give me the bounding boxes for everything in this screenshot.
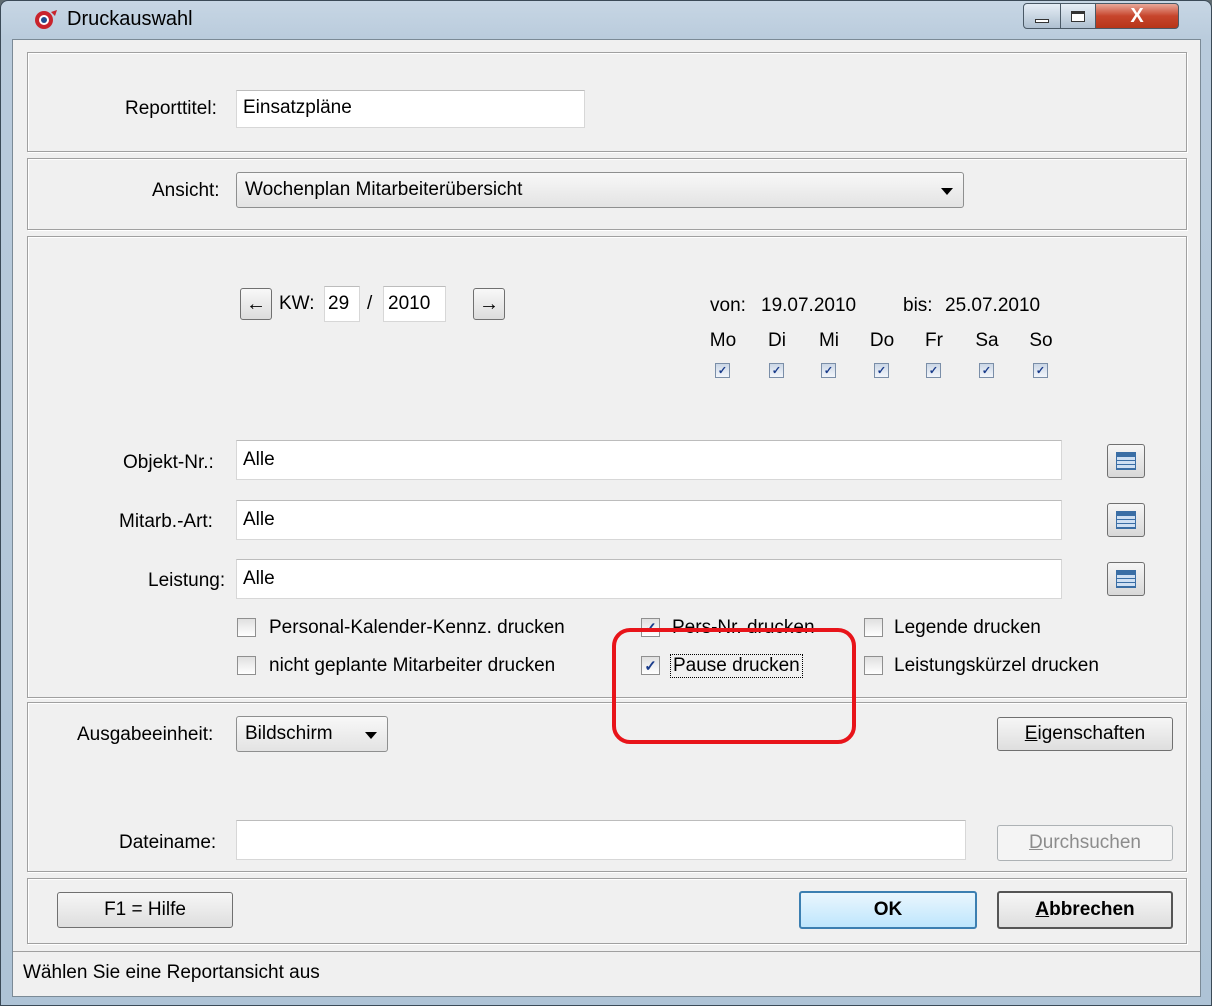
day-label-do: Do [869, 330, 895, 351]
browse-button[interactable]: Durchsuchen [997, 825, 1173, 861]
service-input[interactable]: Alle [236, 559, 1062, 599]
day-label-mi: Mi [818, 330, 840, 351]
to-date: 25.07.2010 [945, 295, 1041, 316]
cancel-accesskey: A [1035, 899, 1050, 920]
from-label: von: [710, 295, 746, 316]
kw-label: KW: [279, 293, 315, 314]
object-number-lookup-button[interactable] [1107, 444, 1145, 478]
filename-label: Dateiname: [119, 832, 217, 853]
day-checkbox-mo[interactable]: ✓ [715, 363, 730, 378]
day-checkbox-mi[interactable]: ✓ [821, 363, 836, 378]
checkmark-icon: ✓ [717, 365, 728, 377]
browse-accesskey: D [1029, 832, 1043, 853]
status-bar: Wählen Sie eine Reportansicht aus [13, 951, 1200, 996]
arrow-left-icon: ← [246, 292, 266, 315]
day-label-so: So [1029, 330, 1053, 351]
table-icon [1116, 452, 1136, 470]
minimize-button[interactable] [1023, 3, 1061, 29]
minimize-icon [1035, 19, 1049, 23]
next-week-button[interactable]: → [473, 288, 505, 320]
day-checkbox-sa[interactable]: ✓ [979, 363, 994, 378]
personal-calendar-checkbox[interactable] [237, 618, 256, 637]
browse-label: urchsuchen [1042, 832, 1141, 853]
chevron-down-icon [365, 732, 377, 739]
week-year-separator: / [367, 293, 373, 314]
legend-checkbox[interactable] [864, 618, 883, 637]
year-input[interactable]: 2010 [383, 286, 446, 322]
status-text: Wählen Sie eine Reportansicht aus [23, 962, 320, 983]
cancel-button[interactable]: Abbrechen [997, 891, 1173, 929]
employee-type-lookup-button[interactable] [1107, 503, 1145, 537]
maximize-button[interactable] [1060, 3, 1096, 29]
window-title: Druckauswahl [67, 8, 193, 30]
personal-calendar-label[interactable]: Personal-Kalender-Kennz. drucken [269, 617, 565, 639]
service-abbreviation-checkbox[interactable] [864, 656, 883, 675]
output-unit-label: Ausgabeeinheit: [77, 724, 214, 745]
day-label-fr: Fr [925, 330, 943, 351]
checkmark-icon: ✓ [771, 365, 782, 377]
day-label-di: Di [768, 330, 786, 351]
dialog-client-area: Reporttitel: Einsatzpläne Ansicht: Woche… [12, 39, 1201, 997]
checkmark-icon: ✓ [981, 365, 992, 377]
cancel-label: bbrechen [1049, 899, 1135, 920]
checkmark-icon: ✓ [928, 365, 939, 377]
report-title-input[interactable]: Einsatzpläne [236, 90, 585, 128]
day-checkbox-do[interactable]: ✓ [874, 363, 889, 378]
properties-label: igenschaften [1037, 723, 1146, 744]
table-icon [1116, 511, 1136, 529]
arrow-right-icon: → [479, 292, 499, 315]
close-button[interactable]: X [1095, 3, 1179, 29]
highlight-annotation [612, 628, 856, 744]
unplanned-employees-label[interactable]: nicht geplante Mitarbeiter drucken [269, 655, 555, 677]
dialog-window: Druckauswahl X Reporttitel: Einsatzpläne… [0, 0, 1212, 1006]
close-icon: X [1130, 4, 1144, 27]
service-abbreviation-label[interactable]: Leistungskürzel drucken [894, 655, 1099, 677]
day-label-mo: Mo [709, 330, 737, 351]
filename-input[interactable] [236, 820, 966, 860]
legend-label[interactable]: Legende drucken [894, 617, 1041, 639]
chevron-down-icon [941, 188, 953, 195]
from-date: 19.07.2010 [761, 295, 857, 316]
checkmark-icon: ✓ [876, 365, 887, 377]
view-select[interactable]: Wochenplan Mitarbeiterübersicht [236, 172, 964, 208]
day-checkbox-so[interactable]: ✓ [1033, 363, 1048, 378]
checkmark-icon: ✓ [1035, 365, 1046, 377]
week-number-input[interactable]: 29 [324, 286, 360, 322]
unplanned-employees-checkbox[interactable] [237, 656, 256, 675]
day-checkbox-fr[interactable]: ✓ [926, 363, 941, 378]
day-label-sa: Sa [975, 330, 999, 351]
app-logo-icon [33, 9, 59, 31]
report-title-label: Reporttitel: [125, 98, 217, 119]
employee-type-label: Mitarb.-Art: [119, 511, 213, 532]
checkmark-icon: ✓ [823, 365, 834, 377]
view-select-value: Wochenplan Mitarbeiterübersicht [245, 179, 523, 200]
previous-week-button[interactable]: ← [240, 288, 272, 320]
employee-type-input[interactable]: Alle [236, 500, 1062, 540]
service-lookup-button[interactable] [1107, 562, 1145, 596]
ok-button[interactable]: OK [799, 891, 977, 929]
to-label: bis: [903, 295, 933, 316]
table-icon [1116, 570, 1136, 588]
service-label: Leistung: [148, 570, 226, 591]
help-button[interactable]: F1 = Hilfe [57, 892, 233, 928]
output-unit-select[interactable]: Bildschirm [236, 716, 388, 752]
object-number-label: Objekt-Nr.: [123, 452, 214, 473]
properties-accesskey: E [1024, 723, 1038, 744]
properties-button[interactable]: Eigenschaften [997, 717, 1173, 751]
object-number-input[interactable]: Alle [236, 440, 1062, 480]
title-bar[interactable]: Druckauswahl X [1, 1, 1211, 37]
output-unit-value: Bildschirm [245, 723, 333, 744]
view-label: Ansicht: [152, 180, 220, 201]
maximize-icon [1071, 10, 1085, 22]
day-checkbox-di[interactable]: ✓ [769, 363, 784, 378]
